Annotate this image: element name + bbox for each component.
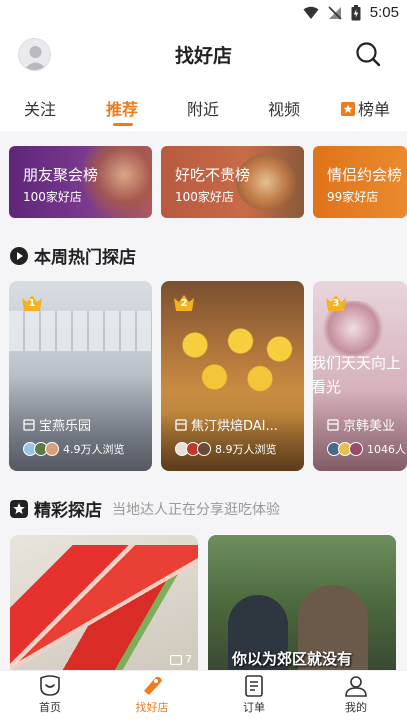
page-title: 找好店 — [174, 45, 232, 67]
battery-icon — [351, 4, 361, 20]
feed-card-1[interactable]: 7 — [10, 535, 198, 670]
explore-shop-name: 宝燕乐园 — [23, 415, 91, 434]
orders-icon — [245, 675, 263, 697]
tab-follow[interactable]: 关注 — [24, 96, 56, 120]
rank-title: 情侣约会榜 — [327, 166, 403, 184]
wifi-icon — [303, 6, 319, 19]
rank-sub: 100家好店 — [175, 190, 234, 204]
bottom-nav: 首页 找好店 订单 我的 — [0, 670, 407, 723]
nav-home[interactable]: 首页 — [20, 675, 80, 715]
nav-label: 首页 — [39, 701, 61, 714]
image-count-icon — [170, 654, 182, 665]
tab-nearby[interactable]: 附近 — [187, 96, 219, 120]
shop-icon — [327, 418, 339, 431]
nav-orders[interactable]: 订单 — [224, 675, 284, 715]
rank-title: 朋友聚会榜 — [23, 166, 99, 184]
status-bar: 5:05 — [0, 0, 407, 28]
active-tab-indicator — [113, 123, 133, 126]
tab-video[interactable]: 视频 — [268, 96, 300, 120]
nav-label: 找好店 — [135, 701, 169, 714]
rank-card-couples[interactable]: 情侣约会榜 99家好店 — [313, 146, 407, 218]
feed-image-count: 7 — [185, 653, 192, 666]
play-icon — [10, 246, 28, 265]
feed-section-subtitle: 当地达人正在分享逛吃体验 — [112, 501, 280, 518]
ranking-cards: 朋友聚会榜 100家好店 好吃不贵榜 100家好店 情侣约会榜 99家好店 — [9, 146, 407, 218]
hot-explore-list: 1 宝燕乐园 4.9万人浏览 2 焦汀烘焙DAI... 8.9万人浏览 我们天天… — [9, 281, 407, 471]
feed-section-header: 精彩探店 当地达人正在分享逛吃体验 — [10, 496, 280, 521]
search-icon[interactable] — [355, 41, 381, 67]
explore-views: 1046人浏览 — [327, 441, 407, 457]
rank-badge-3: 3 — [325, 294, 347, 312]
home-icon — [40, 675, 60, 696]
explore-shop-name: 焦汀烘焙DAI... — [175, 415, 278, 434]
rank-sub: 100家好店 — [23, 190, 82, 204]
explore-card-3[interactable]: 我们天天向上 看光 3 京韩美业 1046人浏览 — [313, 281, 407, 471]
ranking-icon — [341, 102, 355, 116]
rank-card-affordable[interactable]: 好吃不贵榜 100家好店 — [161, 146, 304, 218]
explore-card-2[interactable]: 2 焦汀烘焙DAI... 8.9万人浏览 — [161, 281, 304, 471]
nav-profile[interactable]: 我的 — [326, 675, 386, 715]
nav-find-shop[interactable]: 找好店 — [122, 675, 182, 715]
shop-icon — [23, 418, 35, 431]
nav-label: 我的 — [345, 701, 367, 714]
explore-views: 4.9万人浏览 — [23, 441, 125, 457]
hot-section-header: 本周热门探店 — [10, 243, 136, 268]
feed-caption: 你以为郊区就没有 — [232, 650, 353, 668]
header: 找好店 — [0, 28, 407, 80]
tab-ranking-label: 榜单 — [358, 100, 391, 119]
rank-badge-2: 2 — [173, 294, 195, 312]
hot-section-title: 本周热门探店 — [34, 248, 136, 268]
profile-icon — [345, 676, 367, 697]
top-tabs: 关注 推荐 附近 视频 榜单 — [0, 90, 407, 128]
status-time: 5:05 — [369, 4, 399, 21]
no-signal-icon — [328, 5, 342, 20]
feed-section-title: 精彩探店 — [34, 501, 102, 521]
tab-ranking[interactable]: 榜单 — [341, 96, 390, 120]
explore-card-1[interactable]: 1 宝燕乐园 4.9万人浏览 — [9, 281, 152, 471]
star-badge-icon — [10, 499, 28, 518]
nav-label: 订单 — [243, 701, 265, 714]
explore-shop-name: 京韩美业 — [327, 415, 395, 434]
explore-views: 8.9万人浏览 — [175, 441, 277, 457]
rank-card-friends[interactable]: 朋友聚会榜 100家好店 — [9, 146, 152, 218]
rank-title: 好吃不贵榜 — [175, 166, 251, 184]
tab-recommend[interactable]: 推荐 — [106, 96, 138, 120]
rank-badge-1: 1 — [21, 294, 43, 312]
feed-card-2[interactable]: 你以为郊区就没有 — [208, 535, 396, 670]
shop-icon — [175, 418, 187, 431]
find-shop-icon — [144, 676, 162, 695]
rank-sub: 99家好店 — [327, 190, 379, 204]
